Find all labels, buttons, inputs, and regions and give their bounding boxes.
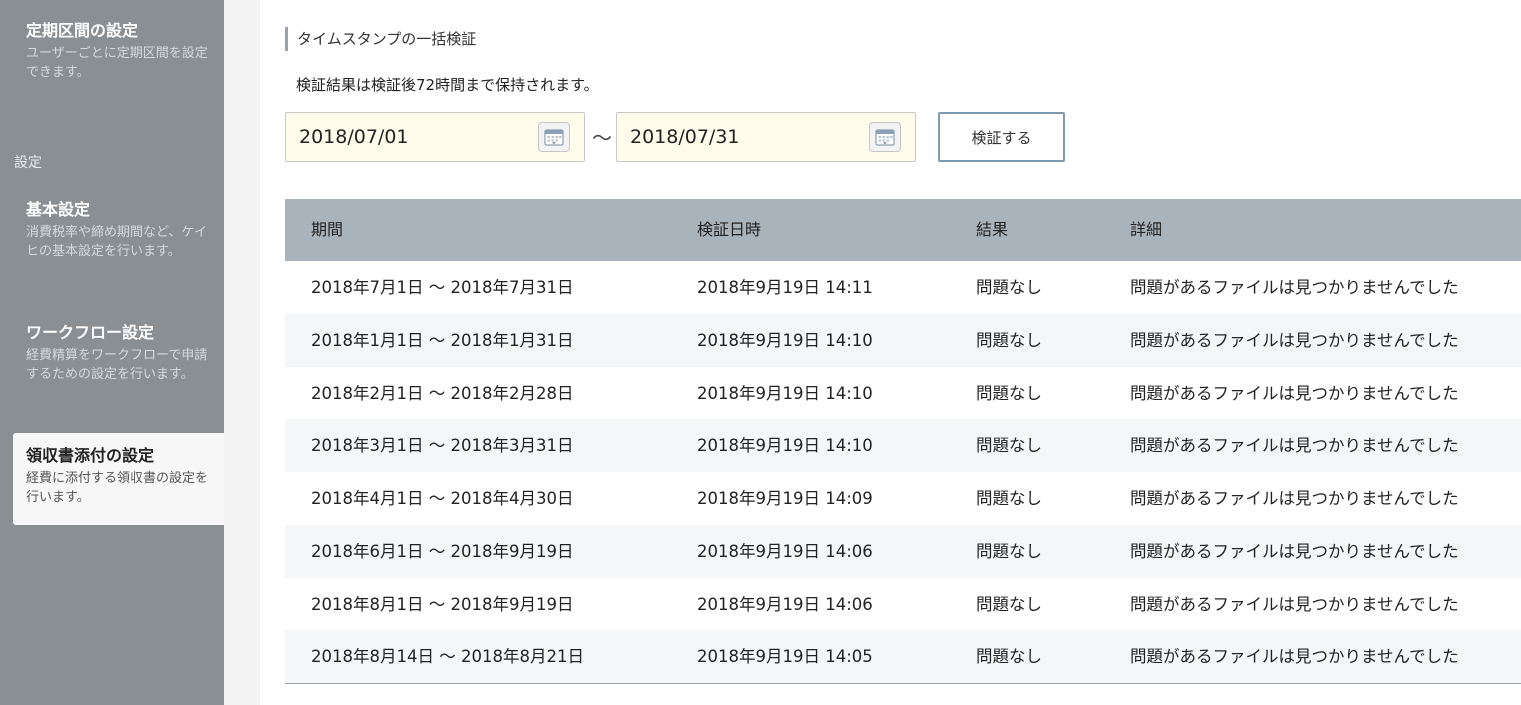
cell-verified-at: 2018年9月19日 14:06 [697, 594, 873, 614]
cell-period: 2018年1月1日 〜 2018年1月31日 [311, 330, 574, 350]
sidebar-item-workflow-settings[interactable]: ワークフロー設定 経費精算をワークフローで申請するための設定を行います。 [0, 322, 224, 384]
cell-verified-at: 2018年9月19日 14:09 [697, 489, 873, 508]
cell-detail: 問題があるファイルは見つかりませんでした [1130, 436, 1459, 456]
sidebar-item-title: 領収書添付の設定 [26, 446, 155, 465]
cell-detail: 問題があるファイルは見つかりませんでした [1130, 541, 1459, 561]
cell-period: 2018年4月1日 〜 2018年4月30日 [311, 489, 574, 508]
table-row: 2018年6月1日 〜 2018年9月19日 2018年9月19日 14:06 問題… [285, 524, 1521, 578]
cell-detail: 問題があるファイルは見つかりませんでした [1130, 383, 1459, 403]
sidebar-section-settings: 設定 [14, 155, 42, 171]
table-row: 2018年4月1日 〜 2018年4月30日 2018年9月19日 14:09 問題… [285, 472, 1521, 525]
date-from-field [285, 112, 585, 162]
column-header-detail: 詳細 [1130, 220, 1163, 239]
cell-period: 2018年3月1日 〜 2018年3月31日 [311, 436, 574, 456]
cell-result: 問題なし [976, 489, 1042, 508]
table-row: 2018年8月14日 〜 2018年8月21日 2018年9月19日 14:05 問… [285, 630, 1521, 683]
cell-period: 2018年6月1日 〜 2018年9月19日 [311, 541, 574, 561]
table-row: 2018年7月1日 〜 2018年7月31日 2018年9月19日 14:11 問題… [285, 261, 1521, 314]
verify-button[interactable]: 検証する [938, 112, 1065, 162]
table-row: 2018年8月1日 〜 2018年9月19日 2018年9月19日 14:06 問題… [285, 578, 1521, 631]
cell-detail: 問題があるファイルは見つかりませんでした [1130, 647, 1459, 667]
page-title: タイムスタンプの一括検証 [285, 27, 476, 51]
sidebar-item-commuter-pass[interactable]: 定期区間の設定 ユーザーごとに定期区間を設定できます。 [0, 20, 224, 82]
sidebar-item-receipt-settings[interactable]: 領収書添付の設定 経費に添付する領収書の設定を行います。 [13, 433, 224, 525]
cell-verified-at: 2018年9月19日 14:05 [697, 647, 873, 667]
sidebar-item-desc: 消費税率や締め期間など、ケイヒの基本設定を行います。 [26, 225, 208, 259]
table-body: 2018年7月1日 〜 2018年7月31日 2018年9月19日 14:11 問題… [285, 261, 1521, 683]
sidebar: 定期区間の設定 ユーザーごとに定期区間を設定できます。 設定 基本設定 消費税率… [0, 0, 224, 705]
sidebar-item-title: 基本設定 [26, 200, 91, 219]
cell-result: 問題なし [976, 594, 1042, 614]
sidebar-item-title: ワークフロー設定 [26, 323, 155, 342]
cell-detail: 問題があるファイルは見つかりませんでした [1130, 594, 1459, 614]
column-header-period: 期間 [311, 220, 344, 239]
calendar-icon[interactable] [869, 122, 901, 152]
cell-verified-at: 2018年9月19日 14:10 [697, 330, 873, 350]
column-header-verified-at: 検証日時 [697, 220, 762, 239]
verification-results-table: 期間 検証日時 結果 詳細 2018年7月1日 〜 2018年7月31日 2018… [285, 199, 1521, 684]
calendar-icon[interactable] [538, 122, 570, 152]
date-to-field [616, 112, 916, 162]
column-header-result: 結果 [976, 220, 1009, 239]
cell-verified-at: 2018年9月19日 14:10 [697, 436, 873, 456]
cell-period: 2018年7月1日 〜 2018年7月31日 [311, 278, 574, 297]
cell-detail: 問題があるファイルは見つかりませんでした [1130, 489, 1459, 508]
cell-result: 問題なし [976, 436, 1042, 456]
sidebar-item-desc: ユーザーごとに定期区間を設定できます。 [26, 46, 208, 80]
cell-result: 問題なし [976, 330, 1042, 350]
cell-verified-at: 2018年9月19日 14:06 [697, 541, 873, 561]
date-range-separator: 〜 [592, 126, 612, 150]
retention-note: 検証結果は検証後72時間まで保持されます。 [296, 76, 599, 94]
content-gutter [224, 0, 260, 705]
cell-result: 問題なし [976, 541, 1042, 561]
date-to-input[interactable] [617, 113, 867, 161]
cell-result: 問題なし [976, 647, 1042, 667]
sidebar-item-desc: 経費に添付する領収書の設定を行います。 [26, 471, 209, 505]
cell-detail: 問題があるファイルは見つかりませんでした [1130, 278, 1459, 297]
table-row: 2018年2月1日 〜 2018年2月28日 2018年9月19日 14:10 問題… [285, 367, 1521, 420]
table-row: 2018年1月1日 〜 2018年1月31日 2018年9月19日 14:10 問題… [285, 313, 1521, 367]
cell-period: 2018年8月1日 〜 2018年9月19日 [311, 594, 574, 614]
cell-period: 2018年8月14日 〜 2018年8月21日 [311, 647, 584, 667]
date-from-input[interactable] [286, 113, 536, 161]
sidebar-item-desc: 経費精算をワークフローで申請するための設定を行います。 [26, 348, 208, 382]
cell-result: 問題なし [976, 278, 1042, 297]
cell-result: 問題なし [976, 383, 1042, 403]
cell-verified-at: 2018年9月19日 14:11 [697, 278, 873, 297]
sidebar-item-title: 定期区間の設定 [26, 21, 139, 40]
table-row: 2018年3月1日 〜 2018年3月31日 2018年9月19日 14:10 問題… [285, 419, 1521, 472]
cell-verified-at: 2018年9月19日 14:10 [697, 383, 873, 403]
sidebar-item-basic-settings[interactable]: 基本設定 消費税率や締め期間など、ケイヒの基本設定を行います。 [0, 199, 224, 261]
table-header: 期間 検証日時 結果 詳細 [285, 199, 1521, 261]
cell-period: 2018年2月1日 〜 2018年2月28日 [311, 383, 574, 403]
cell-detail: 問題があるファイルは見つかりませんでした [1130, 330, 1459, 350]
